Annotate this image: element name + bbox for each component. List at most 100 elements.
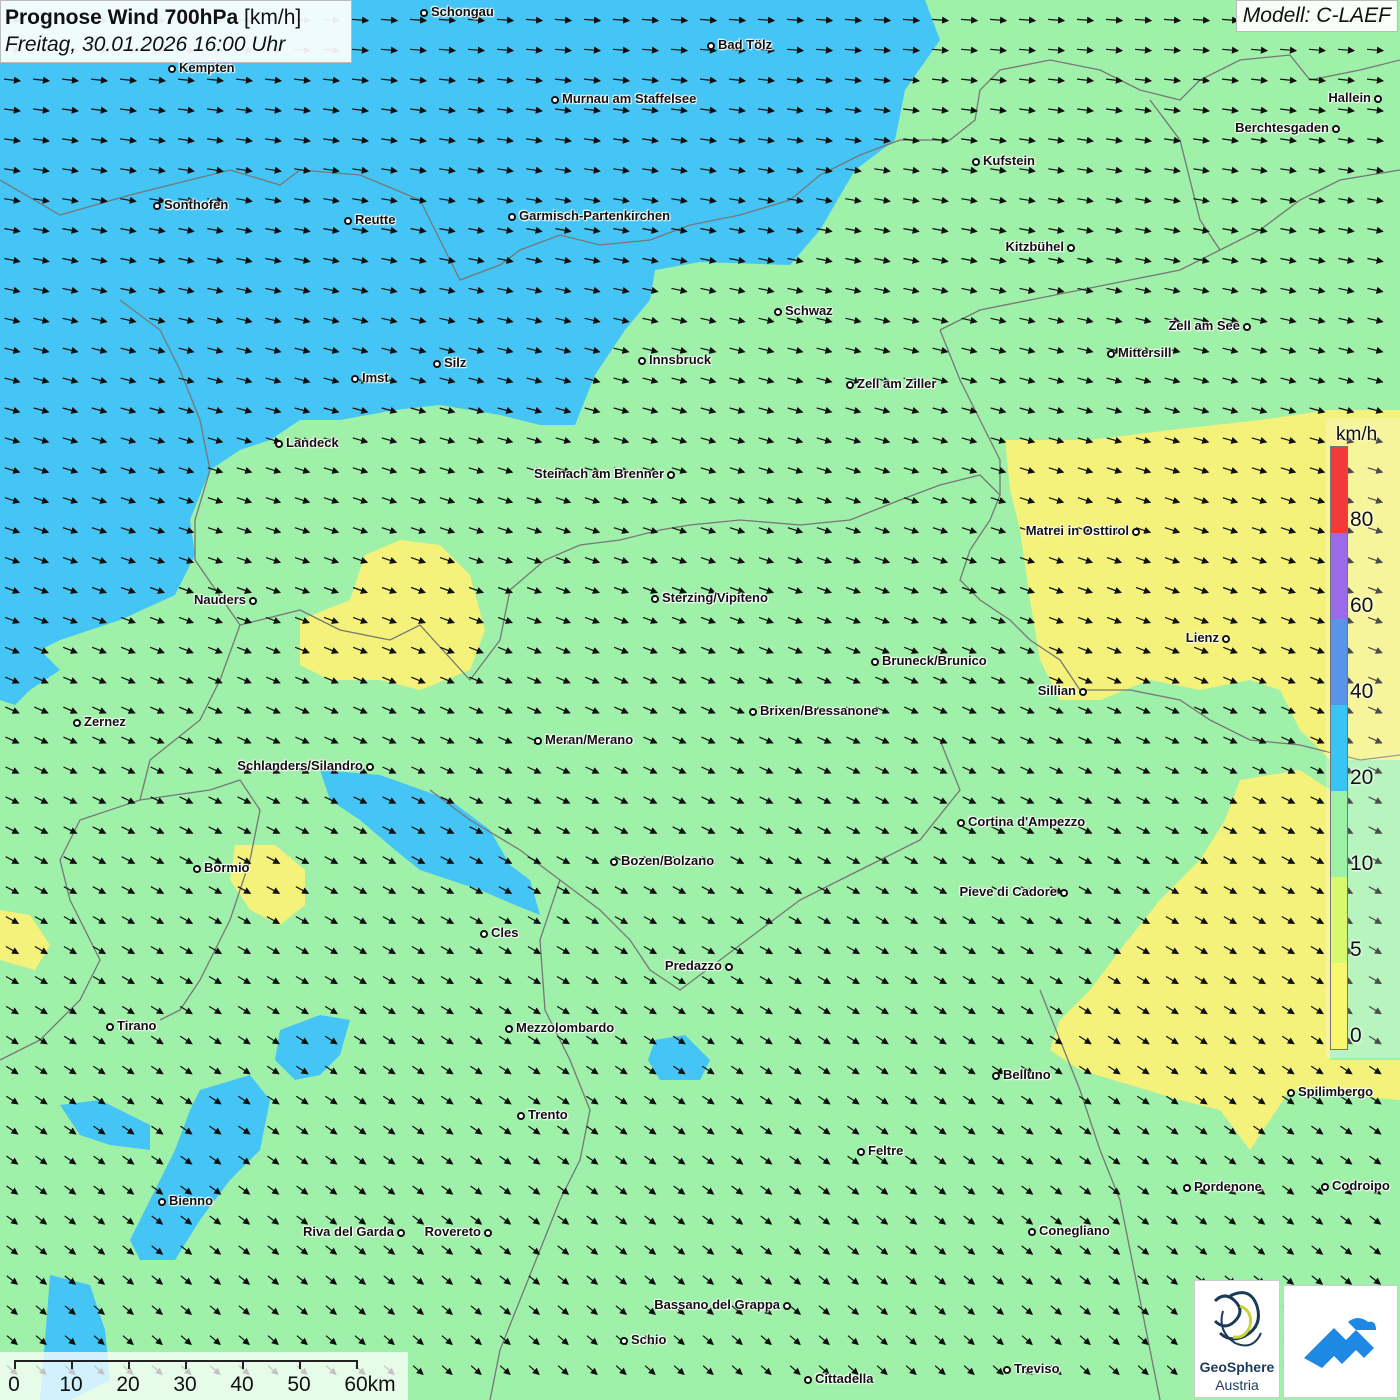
city-label: Cortina d'Ampezzo xyxy=(968,814,1086,829)
scale-label: 10 xyxy=(59,1373,83,1396)
city-marker xyxy=(420,9,428,17)
color-legend: km/h 0 5 10 20 40 60 80 xyxy=(1328,424,1398,1054)
city-label: Hallein xyxy=(1328,90,1371,105)
legend-color-segment xyxy=(1331,963,1347,1049)
city-marker xyxy=(106,1023,114,1031)
legend-label: 80 xyxy=(1350,508,1374,531)
city-marker xyxy=(620,1337,628,1345)
legend-color-segment xyxy=(1331,447,1347,533)
city-marker xyxy=(1222,635,1230,643)
city-marker xyxy=(249,597,257,605)
scale-tick xyxy=(128,1360,130,1369)
city-marker xyxy=(1332,125,1340,133)
geosphere-swirl-icon xyxy=(1213,1291,1262,1347)
city-marker xyxy=(1287,1089,1295,1097)
city-label: Landeck xyxy=(286,435,339,450)
city-marker xyxy=(484,1229,492,1237)
city-label: Tirano xyxy=(117,1018,157,1033)
scale-label: 20 xyxy=(116,1373,140,1396)
city-label: Sterzing/Vipiteno xyxy=(662,590,768,605)
city-label: Kufstein xyxy=(983,153,1035,168)
city-marker xyxy=(1067,244,1075,252)
city-marker xyxy=(610,858,618,866)
city-marker xyxy=(397,1229,405,1237)
city-label: Schio xyxy=(631,1332,667,1347)
legend-label: 0 xyxy=(1350,1024,1362,1047)
city-label: Spilimbergo xyxy=(1298,1084,1374,1099)
legend-color-segment xyxy=(1331,877,1347,963)
scale-tick xyxy=(185,1360,187,1369)
city-label: Belluno xyxy=(1003,1067,1051,1082)
city-marker xyxy=(1028,1228,1036,1236)
city-label: Codroipo xyxy=(1332,1178,1390,1193)
wind-map-view: Prognose Wind 700hPa [km/h] Freitag, 30.… xyxy=(0,0,1400,1400)
city-label: Matrei in Osttirol xyxy=(1025,523,1129,538)
city-label: Pordenone xyxy=(1194,1179,1262,1194)
forecast-date: Freitag, 30.01.2026 16:00 Uhr xyxy=(5,33,286,56)
city-label: Imst xyxy=(362,370,389,385)
city-marker xyxy=(707,42,715,50)
city-label: Conegliano xyxy=(1039,1223,1110,1238)
city-marker xyxy=(972,158,980,166)
city-marker xyxy=(344,217,352,225)
city-marker xyxy=(1132,528,1140,536)
app-logo[interactable] xyxy=(1283,1285,1398,1398)
city-label: Bozen/Bolzano xyxy=(621,853,715,868)
city-marker xyxy=(638,357,646,365)
city-label: Zell am See xyxy=(1168,318,1240,333)
city-marker xyxy=(193,865,201,873)
city-marker xyxy=(846,381,854,389)
city-marker xyxy=(1321,1183,1329,1191)
map-title: Prognose Wind 700hPa xyxy=(5,6,239,29)
city-marker xyxy=(1107,350,1115,358)
city-label: Bassano del Grappa xyxy=(654,1297,780,1312)
legend-color-segment xyxy=(1331,791,1347,877)
model-label: Modell: C-LAEF xyxy=(1235,0,1398,32)
scale-tick xyxy=(242,1360,244,1369)
city-label: Brixen/Bressanone xyxy=(760,703,879,718)
legend-color-segment xyxy=(1331,619,1347,705)
city-label: Kempten xyxy=(179,60,235,75)
scale-tick xyxy=(356,1360,358,1369)
city-marker xyxy=(534,737,542,745)
scale-tick xyxy=(14,1360,16,1369)
scale-tick xyxy=(71,1360,73,1369)
legend-label: 40 xyxy=(1350,680,1374,703)
city-label: Schwaz xyxy=(785,303,833,318)
geosphere-austria-logo[interactable]: GeoSphere Austria xyxy=(1194,1280,1280,1398)
city-marker xyxy=(158,1198,166,1206)
city-marker xyxy=(783,1302,791,1310)
city-label: Rovereto xyxy=(424,1224,481,1239)
app-mountain-icon xyxy=(1304,1318,1376,1368)
city-label: Reutte xyxy=(355,212,396,227)
city-label: Garmisch-Partenkirchen xyxy=(519,208,671,223)
city-label: Steinach am Brenner xyxy=(533,466,664,481)
title-line: Prognose Wind 700hPa [km/h] xyxy=(5,4,347,31)
legend-label: 5 xyxy=(1350,938,1362,961)
city-marker xyxy=(505,1025,513,1033)
scale-label: 40 xyxy=(230,1373,254,1396)
legend-unit: km/h xyxy=(1336,424,1378,445)
city-marker xyxy=(957,819,965,827)
city-label: Riva del Garda xyxy=(302,1224,394,1239)
city-marker xyxy=(1003,1366,1011,1374)
city-marker xyxy=(517,1112,525,1120)
city-marker xyxy=(153,202,161,210)
city-marker xyxy=(1060,889,1068,897)
city-marker xyxy=(651,595,659,603)
city-label: Zell am Ziller xyxy=(857,376,937,391)
city-label: Bormio xyxy=(204,860,250,875)
city-label: Bruneck/Brunico xyxy=(882,653,987,668)
city-marker xyxy=(725,963,733,971)
city-marker xyxy=(667,471,675,479)
city-label: Sillian xyxy=(1037,683,1076,698)
city-marker xyxy=(275,440,283,448)
city-marker xyxy=(168,65,176,73)
legend-color-segment xyxy=(1331,533,1347,619)
city-label: Bienno xyxy=(169,1193,214,1208)
city-marker xyxy=(871,658,879,666)
city-label: Silz xyxy=(444,355,467,370)
city-marker xyxy=(1079,688,1087,696)
city-label: Pieve di Cadore xyxy=(959,884,1057,899)
city-label: Berchtesgaden xyxy=(1235,120,1329,135)
